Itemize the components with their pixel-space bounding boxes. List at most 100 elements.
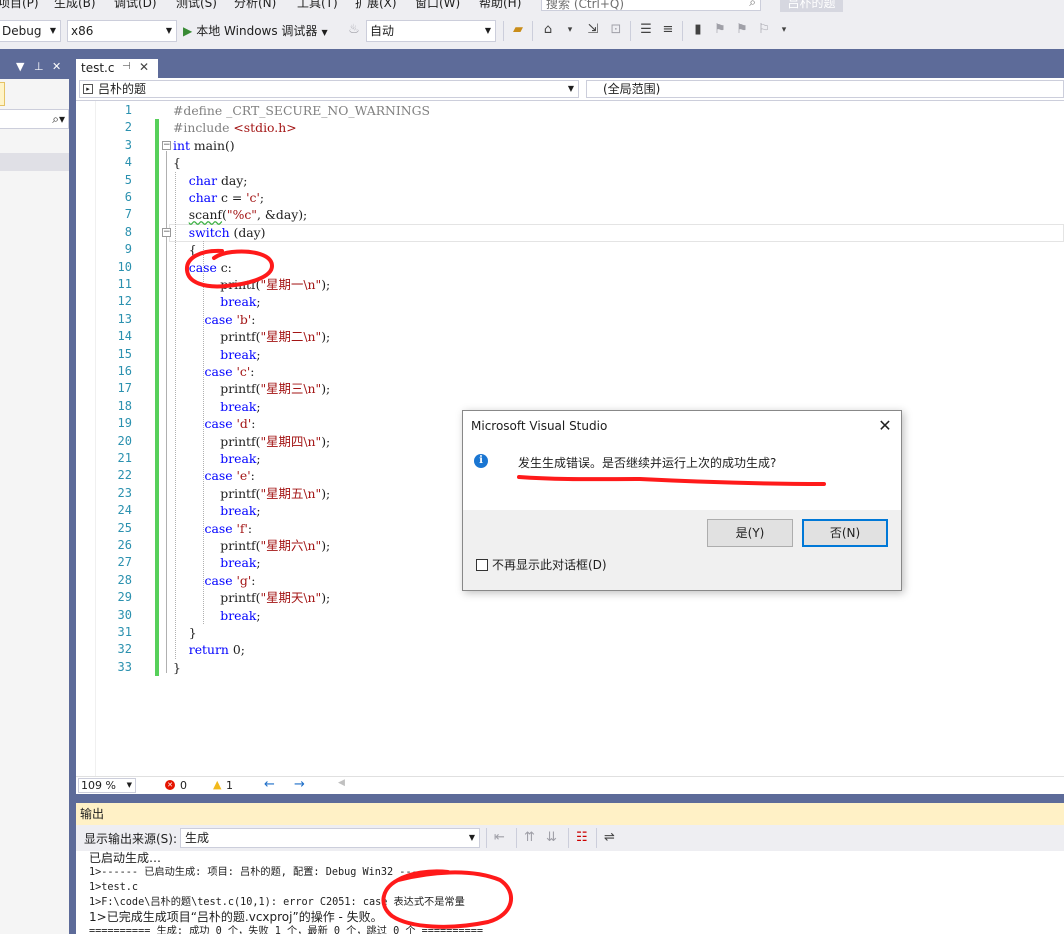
folder-icon[interactable]: ▰ <box>510 22 526 38</box>
code-token: case <box>204 364 233 379</box>
arrow-right-icon[interactable]: → <box>294 777 305 792</box>
menu-build[interactable]: 生成(B) <box>54 0 96 11</box>
run-label: 本地 Windows 调试器 <box>196 24 318 38</box>
tab-test-c[interactable]: test.c ⊣ ✕ <box>76 57 158 78</box>
prev-bookmark-icon[interactable]: ⚑ <box>712 22 728 38</box>
code-token: case <box>204 520 233 536</box>
step-into-icon[interactable]: ⇲ <box>585 22 601 38</box>
pin-icon[interactable]: ⊥ <box>34 60 44 73</box>
project-scope-dropdown[interactable]: ▸ 吕朴的题 ▼ <box>79 80 579 98</box>
menu-help[interactable]: 帮助(H) <box>479 0 521 11</box>
code-token: 'f' <box>236 520 248 536</box>
error-icon[interactable]: ✕ <box>165 780 175 790</box>
find-message-icon[interactable]: ⇤ <box>494 830 505 845</box>
dialog-body: i 发生生成错误。是否继续并运行上次的成功生成? <box>463 442 901 510</box>
code-token: ; <box>256 346 261 362</box>
side-panel-search-input[interactable]: ⌕▾ <box>0 109 69 129</box>
code-token: int <box>173 137 190 153</box>
line-number: 5 <box>124 172 132 187</box>
code-token: { <box>173 155 181 171</box>
line-number: 25 <box>117 520 132 535</box>
code-token: main() <box>189 137 235 153</box>
close-icon[interactable]: ✕ <box>869 411 901 442</box>
prev-message-icon[interactable]: ⇈ <box>524 830 535 845</box>
close-icon[interactable]: ✕ <box>139 60 149 74</box>
arrow-left-icon[interactable]: ← <box>264 777 275 792</box>
project-icon: ▸ <box>83 84 93 94</box>
code-token: break <box>220 398 257 414</box>
code-line: case 'c': <box>173 363 255 380</box>
code-token: printf( <box>173 329 261 345</box>
line-number: 9 <box>124 242 132 257</box>
output-text[interactable]: 已启动生成… 1>------ 已启动生成: 项目: 吕朴的题, 配置: Deb… <box>76 851 1064 934</box>
scroll-left-icon[interactable]: ◀ <box>338 778 345 788</box>
code-line: break; <box>173 502 260 519</box>
code-token: ); <box>321 329 331 345</box>
step-over-icon[interactable]: ⊡ <box>608 22 624 38</box>
clear-all-icon[interactable]: ☷ <box>576 830 588 845</box>
chevron-down-icon: ▼ <box>165 26 172 35</box>
code-line: break; <box>173 293 261 310</box>
code-token: : <box>251 572 256 588</box>
indent-guide <box>203 241 204 624</box>
uncomment-icon[interactable]: ≡ <box>660 22 676 38</box>
clear-bookmarks-icon[interactable]: ⚐ <box>756 22 772 38</box>
start-debugging-button[interactable]: ▶ 本地 Windows 调试器 ▼ <box>183 20 328 42</box>
chevron-down-icon[interactable]: ▾ <box>562 22 578 38</box>
next-message-icon[interactable]: ⇊ <box>546 830 557 845</box>
code-token: #include <box>173 120 234 136</box>
search-input[interactable]: 搜索 (Ctrl+Q) ⌕ <box>541 0 761 11</box>
menu-project[interactable]: 项目(P) <box>0 0 39 11</box>
info-icon: i <box>474 454 488 468</box>
menu-window[interactable]: 窗口(W) <box>415 0 460 11</box>
output-source-dropdown[interactable]: 生成 ▼ <box>180 828 480 848</box>
warning-icon[interactable]: ▲ <box>213 778 221 791</box>
global-scope-dropdown[interactable]: (全局范围) <box>586 80 1064 98</box>
next-bookmark-icon[interactable]: ⚑ <box>734 22 750 38</box>
code-line: printf("星期一\n"); <box>173 276 330 293</box>
code-token: { <box>173 242 197 258</box>
code-token: printf( <box>173 538 261 553</box>
line-number: 12 <box>117 294 132 309</box>
menu-test[interactable]: 测试(S) <box>176 0 217 11</box>
collapse-icon[interactable]: − <box>162 140 171 150</box>
zoom-dropdown[interactable]: 109 % ▼ <box>78 778 136 793</box>
collapse-icon[interactable]: − <box>162 227 171 237</box>
code-token: printf( <box>173 485 261 501</box>
bookmark-icon[interactable]: ▮ <box>690 22 706 38</box>
home-icon[interactable]: ⌂ <box>540 22 556 38</box>
vs-window: 项目(P) 生成(B) 调试(D) 测试(S) 分析(N) 工具(T) 扩展(X… <box>0 0 1064 934</box>
menu-analyze[interactable]: 分析(N) <box>234 0 276 11</box>
output-line: 1>已完成生成项目“吕朴的题.vcxproj”的操作 - 失败。 <box>89 910 383 924</box>
code-token: case <box>204 311 233 327</box>
side-panel-selected-item[interactable] <box>0 82 5 106</box>
platform-dropdown[interactable]: x86 ▼ <box>67 20 177 42</box>
code-line: break; <box>173 554 260 571</box>
panel-options-icon[interactable]: ▼ <box>16 60 24 73</box>
word-wrap-icon[interactable]: ⇌ <box>604 830 615 845</box>
comment-icon[interactable]: ☰ <box>638 22 654 38</box>
close-icon[interactable]: ✕ <box>52 60 61 73</box>
line-number: 15 <box>117 346 132 361</box>
code-token: ; <box>256 294 261 310</box>
menu-debug[interactable]: 调试(D) <box>114 0 157 11</box>
menu-tools[interactable]: 工具(T) <box>297 0 338 11</box>
auto-dropdown[interactable]: 自动 ▼ <box>366 20 496 42</box>
config-dropdown[interactable]: Debug ▼ <box>0 20 61 42</box>
yes-button[interactable]: 是(Y) <box>707 519 793 547</box>
side-panel-row[interactable] <box>0 153 69 171</box>
pin-icon[interactable]: ⊣ <box>122 61 131 72</box>
code-token: ); <box>321 590 331 606</box>
dont-show-again-checkbox[interactable] <box>476 559 488 571</box>
code-token: "星期二\n" <box>260 329 322 345</box>
menu-extensions[interactable]: 扩展(X) <box>355 0 397 11</box>
code-token: "星期六\n" <box>260 538 322 553</box>
hot-reload-icon[interactable]: ♨ <box>346 22 362 38</box>
no-button[interactable]: 否(N) <box>802 519 888 547</box>
code-line: } <box>173 659 181 676</box>
chevron-down-icon[interactable]: ▾ <box>776 22 792 38</box>
toolbar-separator <box>486 828 487 848</box>
code-line: char c = 'c'; <box>173 189 264 206</box>
